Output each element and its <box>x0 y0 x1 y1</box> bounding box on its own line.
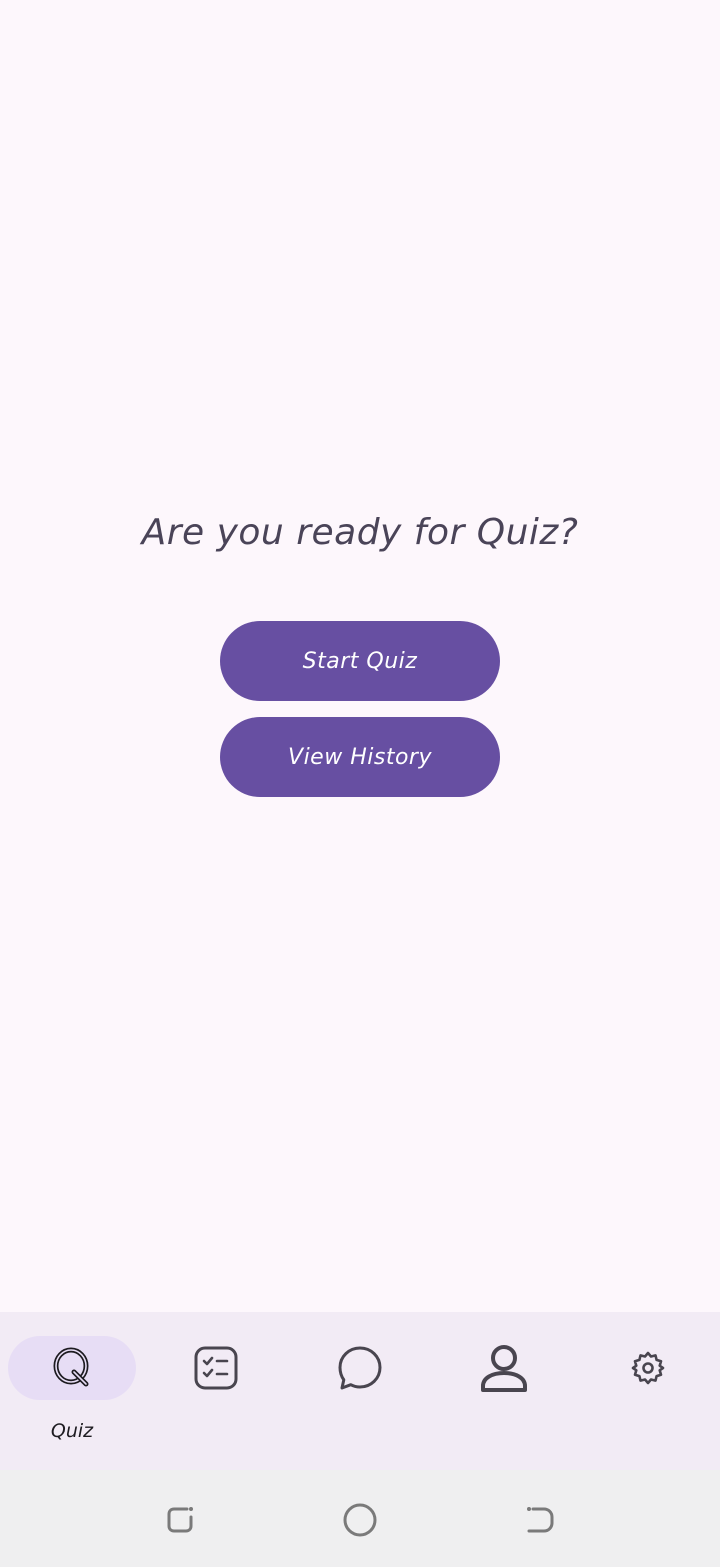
quiz-icon <box>50 1346 94 1390</box>
gear-icon <box>631 1351 665 1385</box>
nav-item-label: Quiz <box>50 1420 94 1442</box>
recent-apps-icon[interactable] <box>160 1500 200 1540</box>
person-icon <box>479 1343 529 1393</box>
system-navigation-bar <box>0 1470 720 1567</box>
page-title: Are you ready for Quiz? <box>141 512 579 553</box>
nav-item-chat[interactable] <box>296 1336 424 1456</box>
start-quiz-button[interactable]: Start Quiz <box>220 621 500 701</box>
checklist-icon <box>193 1345 239 1391</box>
nav-item-checklist[interactable] <box>152 1336 280 1456</box>
quiz-screen: Are you ready for Quiz? Start Quiz View … <box>0 0 720 1567</box>
bottom-navigation-bar: Quiz <box>0 1312 720 1470</box>
home-icon[interactable] <box>340 1500 380 1540</box>
nav-item-profile[interactable] <box>440 1336 568 1456</box>
view-history-button[interactable]: View History <box>220 717 500 797</box>
back-icon[interactable] <box>520 1500 560 1540</box>
nav-item-settings[interactable] <box>584 1336 712 1456</box>
nav-item-quiz[interactable]: Quiz <box>8 1336 136 1456</box>
nav-active-indicator <box>8 1336 136 1400</box>
chat-bubble-icon <box>337 1345 383 1391</box>
